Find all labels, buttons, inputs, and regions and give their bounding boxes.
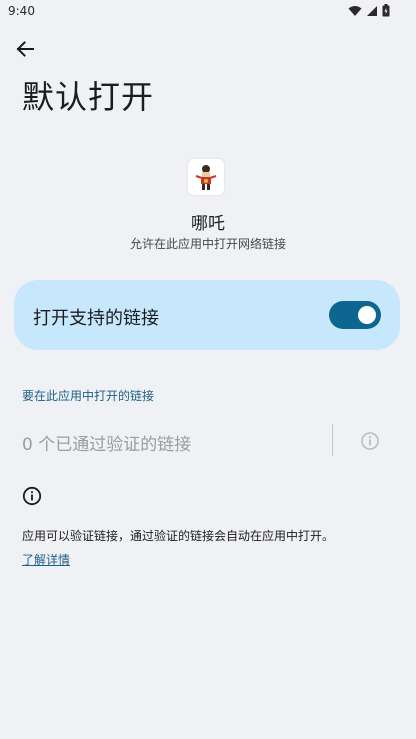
footer-description: 应用可以验证链接，通过验证的链接会自动在应用中打开。 <box>22 529 335 543</box>
back-button[interactable] <box>12 36 38 62</box>
wifi-icon <box>348 5 362 16</box>
status-time: 9:40 <box>8 4 35 18</box>
learn-more-link[interactable]: 了解详情 <box>22 551 70 568</box>
verified-links-text: 0 个已通过验证的链接 <box>22 435 192 455</box>
verified-links-info-button[interactable] <box>360 431 380 451</box>
app-subtitle: 允许在此应用中打开网络链接 <box>129 237 286 251</box>
switch-thumb <box>358 306 376 324</box>
open-supported-links-switch[interactable] <box>329 301 381 329</box>
nezha-app-icon <box>195 165 217 190</box>
open-supported-links-label: 打开支持的链接 <box>33 308 159 329</box>
arrow-back-icon <box>16 41 34 57</box>
info-outline-icon <box>361 432 379 450</box>
cell-signal-icon <box>367 5 377 16</box>
info-icon <box>22 486 42 506</box>
app-name: 哪吒 <box>191 214 225 234</box>
navigation-bar <box>0 735 416 739</box>
battery-icon <box>382 4 390 17</box>
status-icons <box>348 4 390 17</box>
footer-info-icon-wrap <box>22 486 42 506</box>
open-supported-links-card[interactable]: 打开支持的链接 <box>14 280 400 350</box>
page-title: 默认打开 <box>22 78 155 116</box>
links-section-header: 要在此应用中打开的链接 <box>22 389 155 403</box>
app-icon <box>188 159 224 195</box>
status-bar: 9:40 <box>0 0 416 24</box>
row-divider <box>332 424 333 456</box>
